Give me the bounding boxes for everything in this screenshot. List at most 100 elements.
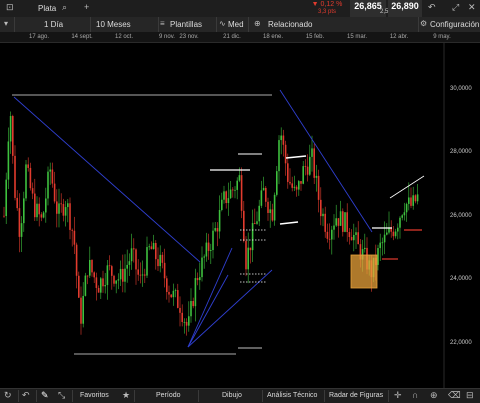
candle-body	[31, 188, 34, 194]
candle-body	[40, 214, 43, 218]
price-chart[interactable]	[0, 42, 480, 388]
candle-body	[172, 290, 175, 298]
candle-body	[69, 203, 71, 230]
candle-body	[258, 205, 260, 222]
candle-body	[122, 268, 124, 282]
pattern-radar-menu[interactable]: Radar de Figuras	[329, 389, 383, 403]
candle-body	[104, 285, 106, 287]
crosshair-icon[interactable]: ✛	[394, 390, 402, 401]
candle-body	[157, 259, 159, 267]
delete-icon[interactable]: ⌫	[448, 390, 461, 401]
candle-body	[113, 275, 115, 284]
templates-button[interactable]: Plantillas	[170, 17, 202, 32]
candle-body	[276, 171, 278, 195]
candle-body	[291, 183, 293, 188]
search-icon[interactable]: ⌕	[62, 2, 67, 13]
candle-body	[408, 197, 410, 204]
candle-body	[150, 246, 153, 250]
candle-body	[29, 167, 32, 189]
candle-body	[379, 242, 381, 249]
interval-selector[interactable]: 1 Día	[44, 17, 63, 32]
candle-body	[86, 275, 89, 277]
candle-body	[148, 246, 150, 248]
candle-body	[342, 211, 344, 232]
related-button[interactable]: Relacionado	[268, 17, 312, 32]
favorites-menu[interactable]: Favoritos	[80, 389, 109, 403]
candle-body	[295, 186, 298, 190]
candle-body	[181, 312, 183, 322]
undo-icon[interactable]: ↶	[22, 390, 30, 401]
candle-body	[254, 223, 256, 224]
candle-body	[236, 180, 238, 190]
candle-body	[412, 195, 414, 206]
candle-body	[137, 269, 139, 275]
candle-body	[42, 212, 45, 218]
candle-body	[311, 148, 313, 157]
candle-body	[95, 277, 98, 288]
candle-body	[174, 290, 177, 291]
instrument-name[interactable]: Plata	[38, 1, 56, 16]
add-icon[interactable]: +	[84, 2, 89, 12]
undo-icon[interactable]: ↶	[428, 2, 436, 13]
candle-body	[163, 262, 166, 279]
candle-body	[317, 175, 320, 200]
candle-body	[97, 287, 100, 293]
candle-body	[322, 213, 324, 217]
star-icon[interactable]: ★	[122, 390, 130, 401]
tools-icon[interactable]: ⤡	[58, 390, 65, 401]
candle-body	[130, 248, 133, 262]
candle-body	[75, 244, 78, 276]
refresh-icon[interactable]: ↻	[4, 390, 12, 401]
candle-body	[293, 186, 296, 188]
candle-body	[205, 242, 208, 257]
price-label: 24,0000	[450, 276, 472, 282]
candle-body	[102, 278, 104, 287]
candle-body	[168, 291, 170, 295]
candle-body	[25, 164, 27, 199]
candle-body	[60, 203, 62, 205]
candle-body	[410, 197, 412, 206]
trendline	[13, 96, 201, 263]
zoom-icon[interactable]: ⊕	[430, 390, 438, 401]
candle-body	[119, 268, 122, 280]
candle-body	[27, 164, 29, 168]
candle-body	[53, 183, 56, 202]
lock-icon[interactable]: ⊟	[466, 390, 474, 401]
pencil-icon[interactable]: ✎	[41, 390, 49, 401]
close-icon[interactable]: ✕	[468, 2, 476, 13]
candle-body	[287, 163, 289, 182]
drawing-menu[interactable]: Dibujo	[222, 389, 242, 403]
date-label: 21 dic.	[223, 34, 241, 40]
candle-body	[256, 221, 258, 224]
candle-body	[9, 116, 12, 142]
candle-body	[350, 237, 353, 241]
range-selector[interactable]: 10 Meses	[96, 17, 131, 32]
date-label: 9 may.	[433, 34, 451, 40]
candle-body	[298, 181, 300, 190]
expand-icon[interactable]: ⤢	[452, 2, 459, 13]
settings-button[interactable]: Configuración	[430, 17, 479, 32]
period-menu[interactable]: Período	[156, 389, 181, 403]
candle-body	[377, 248, 379, 265]
candle-body	[201, 257, 203, 278]
candle-body	[16, 197, 18, 209]
date-label: 15 feb.	[305, 34, 325, 40]
technical-analysis-menu[interactable]: Análisis Técnico	[267, 389, 317, 403]
candle-body	[14, 155, 16, 198]
candle-body	[93, 272, 95, 278]
candle-body	[5, 179, 7, 217]
candle-body	[80, 297, 82, 324]
candle-body	[38, 203, 40, 215]
candle-body	[210, 250, 212, 251]
candle-body	[185, 321, 188, 326]
candle-body	[414, 195, 417, 202]
indicator-button[interactable]: Med	[228, 17, 244, 32]
dropdown-icon[interactable]: ▾	[4, 19, 8, 28]
candle-body	[249, 247, 252, 251]
candle-body	[126, 264, 128, 269]
candle-body	[271, 209, 274, 221]
candle-body	[403, 212, 406, 216]
magnet-icon[interactable]: ∩	[412, 390, 418, 400]
buy-price-button[interactable]: 26,890	[388, 0, 422, 17]
chart-type-icon[interactable]: ⊡	[6, 2, 14, 13]
